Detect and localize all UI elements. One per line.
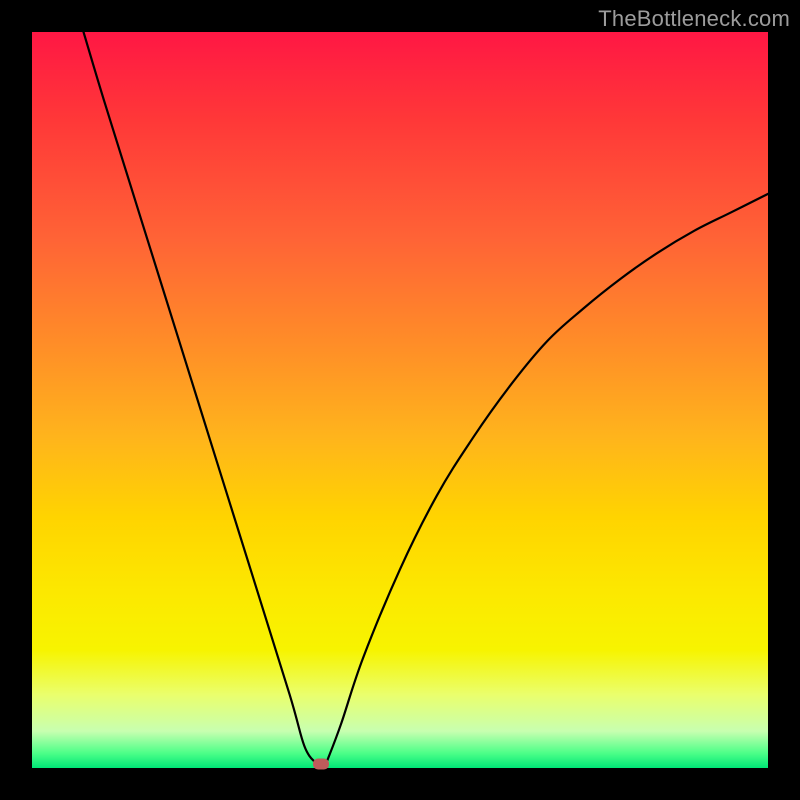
curve-right-branch xyxy=(326,194,768,763)
curve-left-branch xyxy=(84,32,316,763)
watermark-text: TheBottleneck.com xyxy=(598,6,790,32)
optimal-point-marker xyxy=(313,759,329,770)
plot-area xyxy=(32,32,768,768)
chart-frame: TheBottleneck.com xyxy=(0,0,800,800)
bottleneck-curve xyxy=(32,32,768,768)
